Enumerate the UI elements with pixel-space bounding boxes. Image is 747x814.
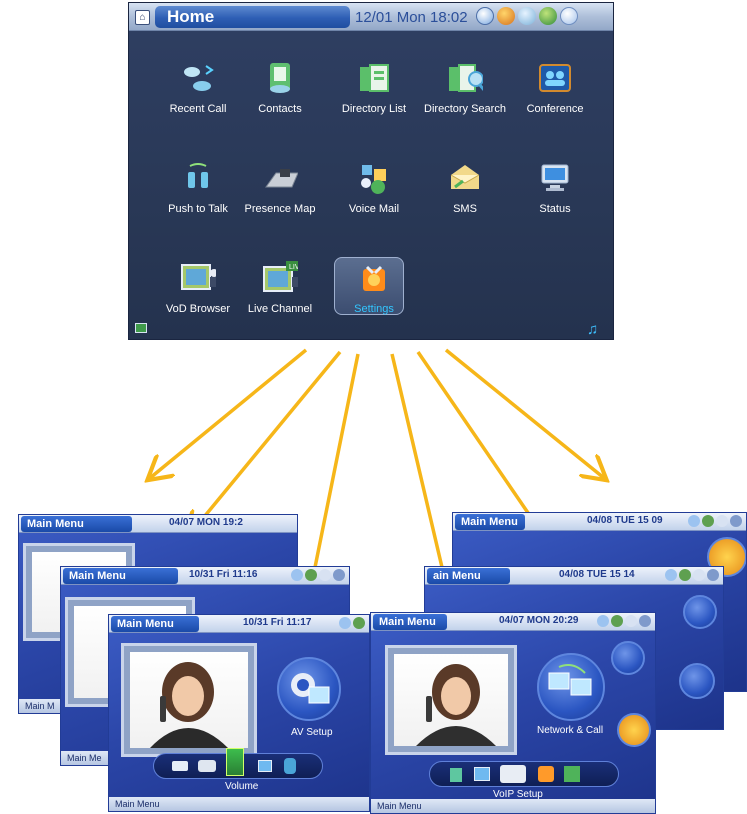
screen-datetime: 10/31 Fri 11:16 [189, 569, 258, 580]
arrow-to-right-back [444, 348, 604, 478]
av-setup-orb[interactable] [277, 657, 341, 721]
screen-title: Main Menu [373, 614, 447, 630]
screen-datetime: 04/07 MON 20:29 [499, 615, 579, 626]
footer-bar: Main Menu [109, 797, 369, 811]
title-bar: Main Menu 10/31 Fri 11:16 [61, 567, 349, 585]
screen-right-front: Main Menu 04/07 MON 20:29 Network & Call… [370, 612, 656, 814]
settings-orb-icon[interactable] [617, 713, 651, 747]
title-bar: Main Menu 04/08 TUE 15 09 [453, 513, 746, 531]
caller-photo [121, 643, 257, 757]
arrow-to-left-mid [190, 350, 342, 534]
speaker-orb-icon[interactable] [611, 641, 645, 675]
screen-title: Main Menu [455, 514, 526, 530]
monitor-icon[interactable] [258, 760, 272, 772]
screen-datetime: 10/31 Fri 11:17 [243, 617, 312, 628]
camera-icon[interactable] [198, 760, 216, 772]
phone-icon[interactable] [450, 768, 462, 782]
screen-left-front: Main Menu 10/31 Fri 11:17 AV Setup Volum… [108, 614, 370, 812]
handset-icon[interactable] [284, 758, 296, 774]
book-icon[interactable] [564, 766, 580, 782]
title-bar: ain Menu 04/08 TUE 15 14 [425, 567, 723, 585]
screen-datetime: 04/08 TUE 15 09 [587, 515, 663, 526]
settings-icon[interactable] [538, 766, 554, 782]
screen-datetime: 04/07 MON 19:2 [169, 517, 243, 528]
directory-orb-icon[interactable] [679, 663, 715, 699]
dock-label: Volume [225, 781, 259, 792]
network-call-orb[interactable] [537, 653, 605, 721]
status-icons [291, 569, 345, 581]
screen-datetime: 04/08 TUE 15 14 [559, 569, 635, 580]
status-icons [597, 615, 651, 627]
footer-bar: Main Menu [371, 799, 655, 813]
screen-title: Main Menu [63, 568, 179, 584]
status-icons [665, 569, 719, 581]
network-call-icon [548, 664, 592, 696]
status-icons [339, 617, 365, 629]
projector-icon[interactable] [172, 761, 188, 771]
title-bar: Main Menu 10/31 Fri 11:17 [109, 615, 369, 633]
monitor-icon[interactable] [474, 767, 490, 781]
icon-dock [429, 761, 619, 787]
center-label: Network & Call [537, 725, 604, 736]
screen-title: Main Menu [21, 516, 133, 532]
title-bar: Main Menu 04/07 MON 19:2 [19, 515, 297, 533]
caller-portrait [150, 662, 228, 748]
volume-icon[interactable] [226, 748, 244, 776]
ip-phone-icon[interactable] [500, 765, 526, 783]
title-bar: Main Menu 04/07 MON 20:29 [371, 613, 655, 631]
caller-portrait [416, 664, 496, 746]
center-label: AV Setup [291, 727, 333, 738]
av-setup-icon [291, 673, 330, 704]
arrow-to-left-back [150, 348, 308, 478]
icon-dock [153, 748, 323, 779]
status-icons [688, 515, 742, 527]
screen-title: ain Menu [427, 568, 511, 584]
caller-photo [385, 645, 517, 755]
monitor-orb-icon[interactable] [683, 595, 717, 629]
screen-title: Main Menu [111, 616, 200, 632]
